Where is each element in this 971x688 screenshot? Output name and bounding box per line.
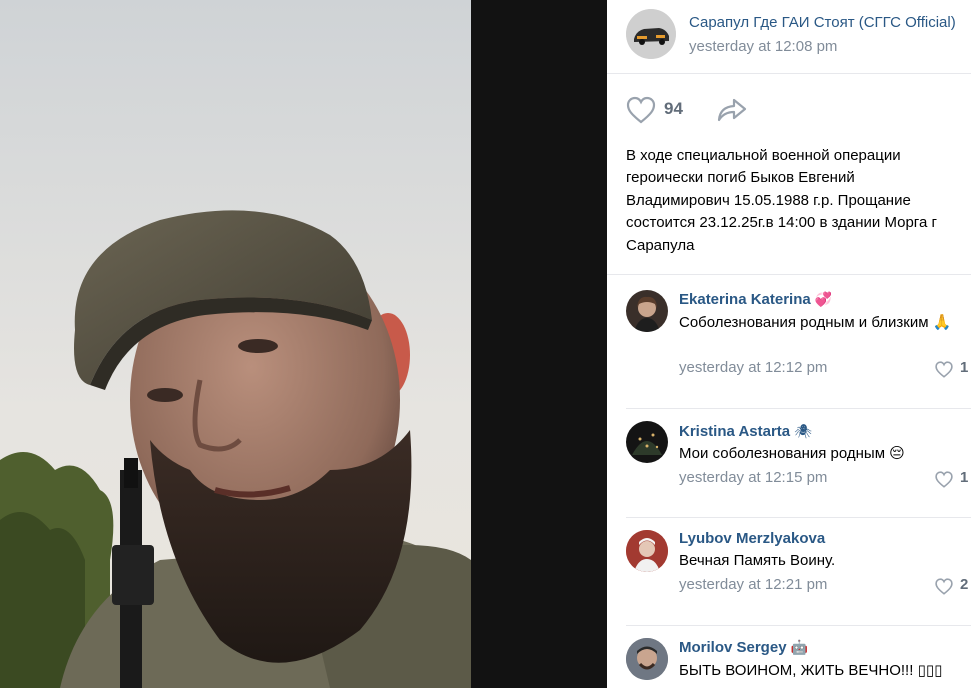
post-side-panel: Сарапул Где ГАИ Стоят (СГГС Official) ye…	[607, 0, 971, 688]
commenter-avatar[interactable]	[626, 638, 668, 680]
comment-author-name[interactable]: Ekaterina Katerina	[679, 291, 811, 308]
post-photo[interactable]	[0, 0, 471, 688]
comment-author[interactable]: Morilov Sergey 🤖	[679, 639, 808, 656]
divider	[626, 408, 971, 409]
commenter-avatar[interactable]	[626, 421, 668, 463]
comment-author-name[interactable]: Morilov Sergey	[679, 639, 787, 656]
comment-like-button[interactable]: 2	[934, 576, 971, 596]
post-header: Сарапул Где ГАИ Стоят (СГГС Official) ye…	[607, 0, 971, 74]
heart-icon	[935, 578, 953, 595]
post-text: В ходе специальной военной операции геро…	[626, 147, 937, 254]
divider	[626, 625, 971, 626]
car-logo-icon	[626, 9, 676, 59]
group-avatar[interactable]	[626, 9, 676, 59]
comment-author[interactable]: Kristina Astarta 🕷	[679, 423, 812, 440]
comment-author[interactable]: Lyubov Merzlyakova	[679, 530, 829, 547]
comment-like-count: 2	[960, 576, 969, 593]
heart-icon	[935, 361, 953, 378]
comment-like-button[interactable]: 1	[934, 359, 971, 379]
commenter-avatar[interactable]	[626, 290, 668, 332]
comment-like-count: 1	[960, 469, 969, 486]
comment-text: БЫТЬ ВОИНОМ, ЖИТЬ ВЕЧНО!!! ▯▯▯	[679, 662, 943, 679]
group-name-link[interactable]: Сарапул Где ГАИ Стоят (СГГС Official)	[689, 14, 967, 31]
comment-timestamp[interactable]: yesterday at 12:15 pm	[679, 469, 827, 486]
portrait-photo	[0, 0, 471, 688]
author-emoji: 💞	[814, 291, 833, 307]
divider	[607, 274, 971, 275]
comment-timestamp[interactable]: yesterday at 12:21 pm	[679, 576, 827, 593]
author-emoji: 🤖	[790, 639, 808, 655]
comment-text: Мои соболезнования родным 😔	[679, 445, 905, 462]
post-timestamp[interactable]: yesterday at 12:08 pm	[689, 38, 837, 55]
author-emoji: 🕷	[794, 423, 812, 439]
comment-like-count: 1	[960, 359, 969, 376]
comment-author-name[interactable]: Lyubov Merzlyakova	[679, 530, 825, 547]
share-icon[interactable]	[716, 96, 748, 124]
divider	[626, 517, 971, 518]
comment-text: Соболезнования родным и близким 🙏	[679, 314, 952, 331]
like-count[interactable]: 94	[664, 99, 683, 119]
comment-timestamp[interactable]: yesterday at 12:12 pm	[679, 359, 827, 376]
comment-author-name[interactable]: Kristina Astarta	[679, 423, 790, 440]
heart-icon	[935, 471, 953, 488]
comment-like-button[interactable]: 1	[934, 469, 971, 489]
heart-icon[interactable]	[626, 96, 656, 124]
comment-author[interactable]: Ekaterina Katerina 💞	[679, 291, 832, 308]
comment-text: Вечная Память Воину.	[679, 552, 836, 569]
viewer-background	[471, 0, 607, 688]
commenter-avatar[interactable]	[626, 530, 668, 572]
